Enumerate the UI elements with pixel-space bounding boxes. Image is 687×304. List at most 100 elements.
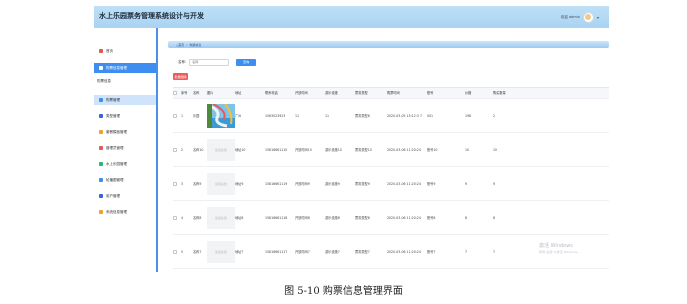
search-input[interactable] <box>189 58 230 66</box>
cell-type: 票务类型7 <box>355 249 370 254</box>
user-menu[interactable]: 欢迎 admin ▾ <box>561 10 599 24</box>
cell-index: 3 <box>181 181 184 186</box>
cell-facility: 11 <box>325 113 330 118</box>
cell-phone: 15816661119 <box>265 181 288 186</box>
sidebar-item-6[interactable]: 水上乐园管理 <box>94 159 156 169</box>
cell-time: 2020-03-06 11:20:24 <box>387 147 421 152</box>
sidebar-item-0[interactable]: 首页 <box>94 46 156 56</box>
row-image: 加载失败 <box>207 133 235 166</box>
row-checkbox[interactable] <box>173 201 177 234</box>
cell-phone: 15816661118 <box>265 215 288 220</box>
cell-address: 地址10 <box>235 147 246 152</box>
cell-price: 8 <box>465 215 468 220</box>
cell-price: 10 <box>465 147 470 152</box>
column-header[interactable]: 购买数量 <box>493 88 506 98</box>
cell-address: 地址9 <box>235 181 244 186</box>
chevron-down-icon[interactable]: ▾ <box>597 15 599 20</box>
table-header: 序号 名称 图片 地址 联系电话 开放时间 游乐设施 票务类型 购票时间 账号 价格 购买数量 <box>173 87 609 99</box>
sidebar-divider <box>156 28 158 272</box>
column-header[interactable]: 图片 <box>207 88 213 98</box>
column-header[interactable]: 票务类型 <box>355 88 368 98</box>
cell-account: 账号7 <box>427 249 436 254</box>
column-header[interactable]: 账号 <box>427 88 433 98</box>
checkbox-icon[interactable] <box>173 249 177 254</box>
image-placeholder: 加载失败 <box>207 172 235 195</box>
column-header[interactable]: 序号 <box>181 88 187 98</box>
sidebar-section-label: 购票信息 <box>97 79 111 83</box>
table-row[interactable]: 4 名称8 加载失败 地址8 15816661118 开放时间8 游乐设施8 票务类型8 202… <box>173 201 609 235</box>
search-button[interactable]: 查询 <box>236 58 257 66</box>
sidebar-item-label: 用户管理 <box>106 193 120 198</box>
column-header[interactable]: 游乐设施 <box>325 88 338 98</box>
cell-price: 198 <box>465 113 472 118</box>
batch-delete-button[interactable]: 批量删除 <box>173 73 188 80</box>
sidebar-item-1[interactable]: 购票信息管理 <box>94 63 156 73</box>
cell-account: 账号8 <box>427 215 436 220</box>
cell-time: 2020-03-06 11:20:24 <box>387 249 421 254</box>
column-header[interactable]: 地址 <box>235 88 241 98</box>
cell-index: 5 <box>181 249 184 254</box>
cell-address: 地址8 <box>235 215 244 220</box>
sidebar-item-2[interactable]: 购票管理 <box>94 95 156 105</box>
breadcrumb-home[interactable]: △首页 <box>176 43 184 47</box>
cell-qty: 7 <box>493 249 496 254</box>
table-row[interactable]: 2 名称10 加载失败 地址10 15816661110 开放时间10 游乐设施10 票务类型… <box>173 133 609 167</box>
image-placeholder: 加载失败 <box>207 206 235 229</box>
row-checkbox[interactable] <box>173 99 177 132</box>
cell-type: 票务类型8 <box>355 113 370 118</box>
checkbox-icon[interactable] <box>173 147 177 152</box>
avatar[interactable] <box>582 11 594 23</box>
checkbox-icon[interactable] <box>173 91 177 95</box>
breadcrumb-separator: / <box>186 42 188 47</box>
cell-facility: 游乐设施10 <box>325 147 342 152</box>
breadcrumb: △首页 / 购票信息 <box>168 41 609 48</box>
column-header[interactable]: 价格 <box>465 88 471 98</box>
column-header[interactable]: 联系电话 <box>265 88 278 98</box>
user-icon <box>99 194 103 198</box>
cell-price: 7 <box>465 249 468 254</box>
ticket-icon <box>99 98 103 102</box>
cell-phone: 15816661110 <box>265 147 288 152</box>
category-icon <box>99 114 103 118</box>
checkbox-icon[interactable] <box>173 215 177 220</box>
carousel-icon <box>99 178 103 182</box>
column-header[interactable]: 开放时间 <box>295 88 308 98</box>
water-slide-photo-icon <box>207 103 235 128</box>
cell-name: 名称9 <box>193 181 202 186</box>
sidebar-item-label: 购票管理 <box>106 97 120 102</box>
watermark-line2: 转到"设置"以激活 Windows。 <box>539 250 581 254</box>
app-title: 水上乐园票务管理系统设计与开发 <box>99 12 204 20</box>
sidebar-item-3[interactable]: 类型管理 <box>94 111 156 121</box>
image-placeholder: 加载失败 <box>207 240 235 263</box>
row-image: 加载失败 <box>207 201 235 234</box>
cell-open: 开放时间8 <box>295 215 310 220</box>
checkbox-icon[interactable] <box>173 181 177 186</box>
sidebar-item-5[interactable]: 管理员管理 <box>94 143 156 153</box>
cell-time: 2020-03-06 11:20:24 <box>387 215 421 220</box>
sidebar-item-9[interactable]: 系统信息管理 <box>94 207 156 217</box>
table-row[interactable]: 1 乐园 广州 1563023923 11 11 票务类型8 2020-03-05 15:12… <box>173 99 609 133</box>
column-header[interactable]: 购票时间 <box>387 88 400 98</box>
row-checkbox[interactable] <box>173 167 177 200</box>
checkbox-icon[interactable] <box>173 113 177 118</box>
cell-facility: 游乐设施8 <box>325 215 340 220</box>
breadcrumb-current: 购票信息 <box>189 42 202 47</box>
sidebar-item-8[interactable]: 用户管理 <box>94 191 156 201</box>
sidebar-item-7[interactable]: 轮播图管理 <box>94 175 156 185</box>
cell-name: 名称8 <box>193 215 202 220</box>
sidebar-item-4[interactable]: 套餐模板管理 <box>94 127 156 137</box>
row-checkbox[interactable] <box>173 133 177 166</box>
package-icon <box>99 130 103 134</box>
list-icon <box>99 66 103 70</box>
sidebar-item-label: 类型管理 <box>106 113 120 118</box>
cell-name: 名称7 <box>193 249 202 254</box>
sidebar-item-label: 管理员管理 <box>106 145 124 150</box>
table-row[interactable]: 3 名称9 加载失败 地址9 15816661119 开放时间9 游乐设施9 票务类型9 202… <box>173 167 609 201</box>
avatar-face-icon <box>585 14 592 20</box>
column-header[interactable]: 名称 <box>193 88 199 98</box>
select-all-checkbox[interactable] <box>173 88 177 98</box>
sidebar-item-label: 水上乐园管理 <box>106 161 127 166</box>
row-checkbox[interactable] <box>173 235 177 268</box>
cell-phone: 15816661117 <box>265 249 288 254</box>
top-bar: 水上乐园票务管理系统设计与开发 欢迎 admin ▾ <box>94 6 609 28</box>
